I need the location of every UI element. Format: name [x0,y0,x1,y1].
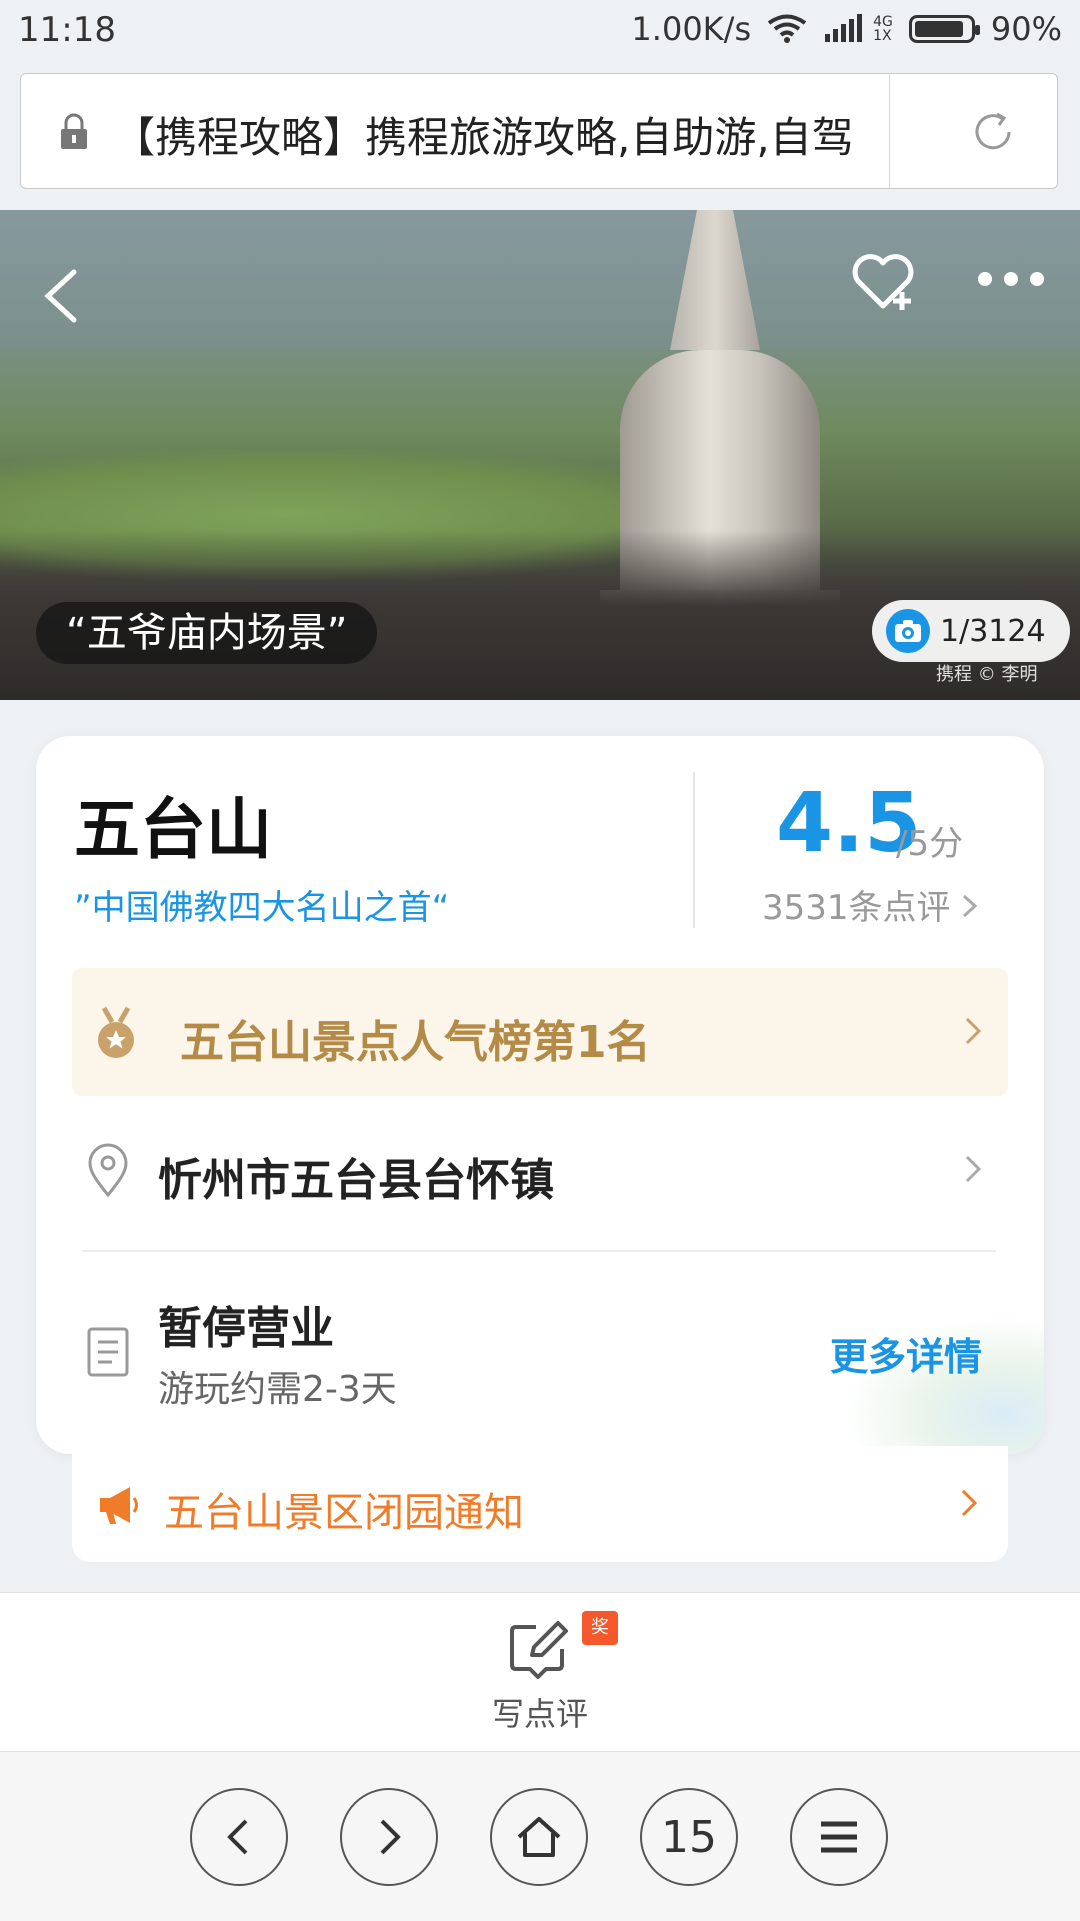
notice-text: 五台山景区闭园通知 [164,1490,524,1536]
location-row[interactable]: 忻州市五台县台怀镇 [36,1096,1044,1236]
rating-unit: /5分 [896,824,964,864]
popularity-rank-banner[interactable]: 五台山景点人气榜第1名 [72,968,1008,1096]
visit-duration: 游玩约需2-3天 [158,1369,397,1410]
opening-status-row[interactable]: 暂停营业 游玩约需2-3天 更多详情 [36,1256,1044,1454]
reload-icon[interactable] [971,110,1015,154]
rank-text: 五台山景点人气榜第1名 [180,1017,651,1068]
document-icon [87,1327,129,1377]
url-text[interactable]: 【携程攻略】携程旅游攻略,自助游,自驾 [113,104,888,165]
status-time: 11:18 [18,10,116,50]
signal-icon [825,14,863,42]
reward-badge: 奖 [582,1611,618,1645]
browser-forward-button[interactable] [340,1788,438,1886]
arrow-left-icon [227,1819,248,1855]
review-count-link[interactable]: 3531条点评 [762,880,979,929]
back-arrow-icon[interactable] [40,268,80,324]
megaphone-icon [100,1487,138,1524]
url-bar[interactable]: 【携程攻略】携程旅游攻略,自助游,自驾 [20,73,1058,189]
browser-home-button[interactable] [490,1788,588,1886]
menu-icon [821,1821,857,1853]
home-icon [517,1817,561,1857]
location-text: 忻州市五台县台怀镇 [158,1155,554,1206]
battery-percent: 90% [990,10,1062,48]
battery-icon [908,15,980,43]
battery-fill [914,21,964,37]
chevron-right-icon [961,1489,978,1517]
browser-back-button[interactable] [190,1788,288,1886]
poi-slogan: ”中国佛教四大名山之首“ [74,888,450,928]
arrow-right-icon [380,1819,401,1855]
favorite-heart-icon[interactable] [850,250,916,314]
closure-notice[interactable]: 五台山景区闭园通知 [72,1446,1008,1562]
location-pin-icon [88,1143,128,1198]
status-right: 1.00K/s 4G 1X 90% [631,10,1062,48]
more-options-icon[interactable] [978,272,1044,286]
poi-info-card: 五台山 ”中国佛教四大名山之首“ 4.5 /5分 3531条点评 五台山景点人气… [36,736,1044,1454]
browser-tabs-button[interactable]: 15 [640,1788,738,1886]
write-review-icon [510,1621,568,1679]
lock-icon [61,113,87,149]
medal-icon [98,1006,134,1058]
card-divider [693,772,695,928]
network-speed: 1.00K/s [631,10,752,48]
browser-nav-bar: 15 [0,1751,1080,1921]
url-divider [889,74,890,188]
write-review-label: 写点评 [491,1695,588,1733]
hero-sky [0,210,1080,350]
review-count: 3531条点评 [762,888,951,928]
photo-count: 1/3124 [940,613,1046,649]
write-review-bar[interactable]: 奖 写点评 [0,1592,1080,1751]
hero-photo[interactable]: “五爷庙内场景” 1/3124 携程 © 李明 [0,210,1080,700]
wifi-icon [767,14,807,43]
more-details-link[interactable]: 更多详情 [830,1326,982,1381]
network-type: 4G 1X [873,14,893,44]
camera-icon [886,609,930,653]
tab-count: 15 [661,1811,717,1863]
photo-counter[interactable]: 1/3124 [872,600,1070,662]
browser-menu-button[interactable] [790,1788,888,1886]
photo-credit: 携程 © 李明 [936,664,1038,685]
chevron-right-icon [963,894,978,918]
photo-caption: “五爷庙内场景” [36,602,378,664]
chevron-right-icon [965,1017,982,1045]
chevron-right-icon [965,1155,982,1183]
poi-name: 五台山 [74,791,272,868]
opening-status: 暂停营业 [158,1303,334,1354]
status-bar: 11:18 1.00K/s 4G 1X 90% [0,0,1080,62]
row-divider [82,1250,996,1252]
